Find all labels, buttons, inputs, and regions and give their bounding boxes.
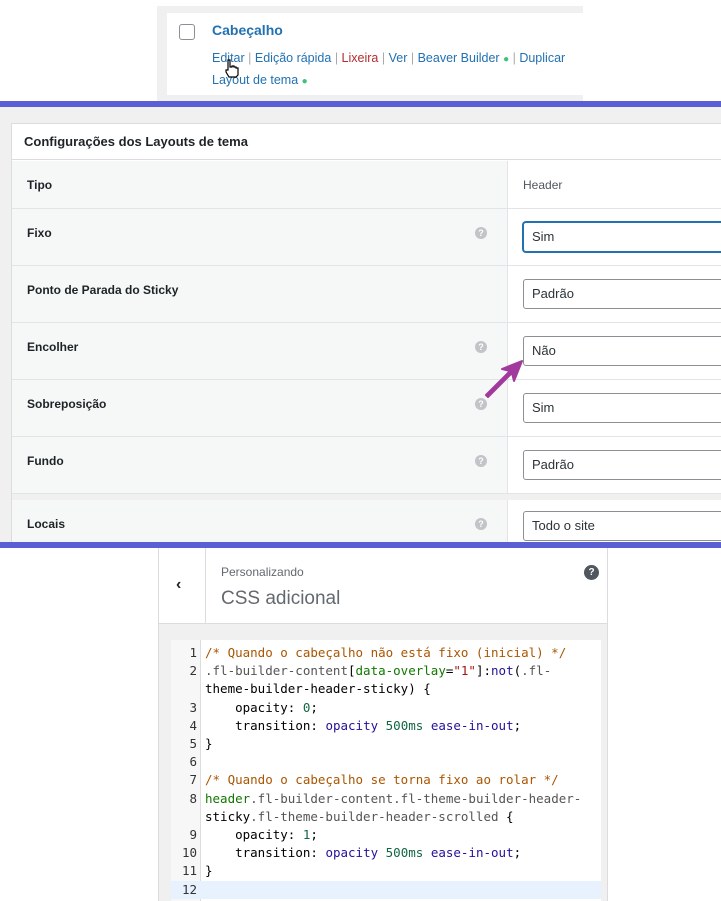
line-number: 10 bbox=[181, 845, 197, 861]
code-text: /* Quando o cabeçalho se torna fixo ao r… bbox=[205, 772, 559, 788]
code-text: sticky.fl-theme-builder-header-scrolled … bbox=[205, 808, 514, 824]
setting-label: Fixo bbox=[27, 226, 52, 240]
setting-row-sticky-breakpoint: Ponto de Parada do Sticky Padrão bbox=[12, 266, 721, 323]
code-text: header.fl-builder-content.fl-theme-build… bbox=[205, 790, 582, 806]
help-icon[interactable]: ? bbox=[475, 518, 487, 530]
setting-row-encolher: Encolher ? Não bbox=[12, 323, 721, 380]
code-text: /* Quando o cabeçalho não está fixo (ini… bbox=[205, 645, 567, 660]
code-line[interactable]: 8 header.fl-builder-content.fl-theme-buil… bbox=[171, 790, 601, 808]
setting-label: Fundo bbox=[27, 454, 64, 468]
quick-edit-link[interactable]: Edição rápida bbox=[255, 51, 331, 65]
line-number: 4 bbox=[189, 717, 197, 733]
code-line[interactable]: 4 transition: opacity 500ms ease-in-out; bbox=[171, 717, 601, 735]
duplicate-link[interactable]: Duplicar bbox=[519, 51, 565, 65]
encolher-select[interactable]: Não bbox=[523, 336, 721, 366]
code-text: transition: opacity 500ms ease-in-out; bbox=[235, 717, 522, 733]
setting-row-fundo: Fundo ? Padrão bbox=[12, 437, 721, 494]
status-dot-icon: ● bbox=[301, 76, 308, 87]
code-line[interactable]: 12 bbox=[171, 880, 601, 899]
separator: | bbox=[410, 51, 415, 65]
trash-link[interactable]: Lixeira bbox=[342, 51, 379, 65]
code-line[interactable]: 2 .fl-builder-content[data-overlay="1"]:n… bbox=[171, 662, 601, 680]
help-icon[interactable]: ? bbox=[584, 565, 599, 580]
line-number: 8 bbox=[189, 790, 197, 806]
line-number: 2 bbox=[189, 663, 197, 679]
line-number: 7 bbox=[189, 772, 197, 788]
hand-cursor-icon bbox=[225, 59, 239, 78]
setting-row-fixo: Fixo ? Sim bbox=[12, 209, 721, 266]
setting-label: Locais bbox=[27, 517, 66, 531]
separator: | bbox=[512, 51, 516, 65]
setting-value-tipo: Header bbox=[523, 178, 563, 192]
annotation-arrow-icon bbox=[485, 360, 523, 398]
customizer-section-title: CSS adicional bbox=[221, 588, 341, 609]
code-line[interactable]: 10 transition: opacity 500ms ease-in-out… bbox=[171, 844, 601, 862]
theme-layout-settings-panel: Configurações dos Layouts de tema Tipo H… bbox=[0, 107, 721, 544]
help-icon[interactable]: ? bbox=[475, 341, 487, 353]
customizer-subtitle: Personalizando bbox=[221, 565, 304, 579]
setting-row-tipo: Tipo Header bbox=[12, 161, 721, 209]
setting-row-locais: Locais ? Todo o site bbox=[12, 500, 721, 544]
css-code-editor[interactable]: 1 /* Quando o cabeçalho não está fixo (in… bbox=[171, 640, 601, 901]
beaver-builder-link[interactable]: Beaver Builder bbox=[418, 51, 500, 65]
row-checkbox[interactable] bbox=[179, 24, 195, 40]
customizer-header: ‹ Personalizando CSS adicional ? bbox=[159, 548, 607, 624]
setting-label: Encolher bbox=[27, 340, 79, 354]
code-text: } bbox=[205, 736, 213, 751]
code-text: theme-builder-header-sticky) { bbox=[205, 681, 431, 697]
line-number: 1 bbox=[189, 645, 197, 660]
line-number: 12 bbox=[181, 881, 197, 897]
settings-box: Configurações dos Layouts de tema Tipo H… bbox=[11, 123, 721, 544]
separator: | bbox=[334, 51, 339, 65]
setting-label: Ponto de Parada do Sticky bbox=[27, 283, 179, 297]
post-title-link[interactable]: Cabeçalho bbox=[212, 22, 283, 38]
code-line[interactable]: 6 bbox=[171, 753, 601, 771]
code-line[interactable]: 1 /* Quando o cabeçalho não está fixo (in… bbox=[171, 644, 601, 662]
help-icon[interactable]: ? bbox=[475, 227, 487, 239]
row-actions: Editar | Edição rápida | Lixeira | Ver |… bbox=[212, 48, 582, 92]
status-dot-icon: ● bbox=[503, 54, 510, 65]
code-line[interactable]: 11} bbox=[171, 862, 601, 880]
chevron-left-icon: ‹ bbox=[176, 576, 182, 593]
separator: | bbox=[248, 51, 252, 65]
setting-label: Sobreposição bbox=[27, 397, 107, 411]
line-number: 3 bbox=[189, 699, 197, 715]
view-link[interactable]: Ver bbox=[389, 51, 408, 65]
code-line[interactable]: 9 opacity: 1; bbox=[171, 826, 601, 844]
code-text: opacity: 1; bbox=[235, 827, 318, 842]
code-text: .fl-builder-content[data-overlay="1"]:no… bbox=[205, 663, 552, 679]
code-line[interactable]: 7 /* Quando o cabeçalho se torna fixo ao … bbox=[171, 771, 601, 789]
line-number: 5 bbox=[189, 736, 197, 751]
line-number: 6 bbox=[189, 754, 197, 770]
sticky-breakpoint-select[interactable]: Padrão bbox=[523, 279, 721, 309]
customizer-panel: ‹ Personalizando CSS adicional ? 1 /* Qua… bbox=[0, 548, 721, 901]
back-button[interactable]: ‹ bbox=[159, 548, 206, 624]
fundo-select[interactable]: Padrão bbox=[523, 450, 721, 480]
code-line[interactable]: theme-builder-header-sticky) { bbox=[171, 680, 601, 698]
code-text: transition: opacity 500ms ease-in-out; bbox=[235, 845, 522, 861]
code-text: } bbox=[205, 863, 213, 879]
settings-title: Configurações dos Layouts de tema bbox=[12, 124, 721, 160]
code-line[interactable]: 3 opacity: 0; bbox=[171, 699, 601, 717]
sobreposicao-select[interactable]: Sim bbox=[523, 393, 721, 423]
code-line[interactable]: 5} bbox=[171, 735, 601, 753]
fixo-select[interactable]: Sim bbox=[523, 222, 721, 252]
line-number: 11 bbox=[181, 863, 197, 879]
code-text: opacity: 0; bbox=[235, 699, 318, 715]
setting-label: Tipo bbox=[27, 178, 53, 192]
help-icon[interactable]: ? bbox=[475, 455, 487, 467]
post-list-panel: Cabeçalho Editar | Edição rápida | Lixei… bbox=[0, 0, 721, 104]
line-number: 9 bbox=[189, 827, 197, 842]
locais-select[interactable]: Todo o site bbox=[523, 511, 721, 541]
setting-row-sobreposicao: Sobreposição ? Sim bbox=[12, 380, 721, 437]
separator: | bbox=[381, 51, 386, 65]
code-line[interactable]: sticky.fl-theme-builder-header-scrolled … bbox=[171, 808, 601, 826]
